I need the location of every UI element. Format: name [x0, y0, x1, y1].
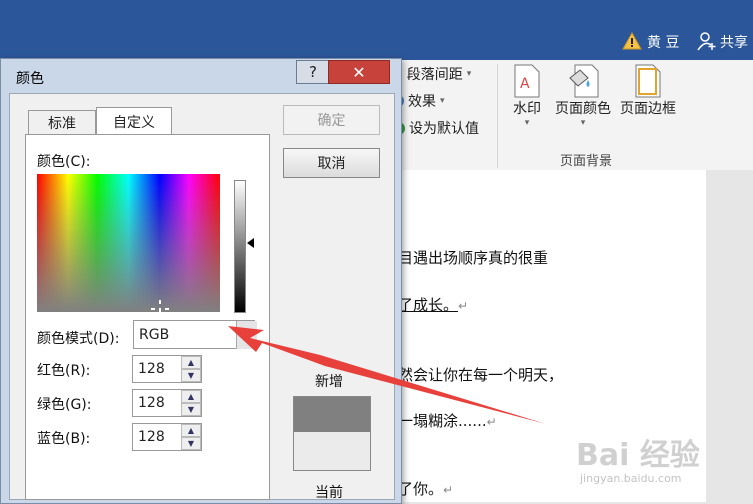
blue-label: 蓝色(B):: [37, 431, 91, 447]
watermark-button[interactable]: A 水印 ▾: [508, 64, 546, 128]
ok-button[interactable]: 确定: [283, 105, 380, 135]
red-value: 128: [138, 361, 165, 377]
spin-up-icon[interactable]: ▲: [181, 424, 201, 437]
chevron-down-icon[interactable]: [236, 321, 257, 349]
baidu-watermark: Bai 经验: [576, 438, 700, 473]
doc-line: 目遇出场顺序真的很重: [398, 249, 549, 267]
current-color-label: 当前: [315, 485, 343, 501]
dialog-title: 颜色: [16, 71, 44, 87]
ribbon-separator: [497, 64, 498, 168]
page-borders-label: 页面边框: [620, 101, 676, 117]
paragraph-spacing-button[interactable]: ☰ 段落间距 ▾: [392, 64, 471, 84]
share-person-icon[interactable]: [697, 31, 717, 51]
svg-text:A: A: [520, 76, 530, 92]
spin-down-icon[interactable]: ▼: [181, 403, 201, 416]
luminance-slider[interactable]: [234, 180, 246, 313]
chevron-down-icon: ▾: [580, 118, 586, 128]
green-label: 绿色(G):: [37, 397, 92, 413]
warning-icon: [622, 32, 642, 50]
color-model-label: 颜色模式(D):: [37, 331, 120, 347]
set-default-button[interactable]: ✓ 设为默认值: [392, 118, 479, 138]
close-button[interactable]: ✕: [328, 60, 390, 84]
spin-down-icon[interactable]: ▼: [181, 437, 201, 450]
tab-custom[interactable]: 自定义: [96, 107, 172, 135]
doc-line: 了成长。↵: [398, 294, 468, 315]
color-spectrum[interactable]: [37, 174, 220, 312]
help-button[interactable]: ?: [296, 60, 330, 84]
spin-up-icon[interactable]: ▲: [181, 390, 201, 403]
doc-line-text: 一塌糊涂......: [398, 412, 487, 430]
paragraph-mark: ↵: [486, 415, 497, 429]
watermark-label: 水印: [513, 101, 541, 117]
current-color-swatch: [293, 432, 371, 471]
page-color-label: 页面颜色: [555, 101, 611, 117]
page-borders-button[interactable]: 页面边框: [617, 64, 679, 118]
doc-line: 然会让你在每一个明天，: [398, 366, 564, 384]
set-default-label: 设为默认值: [409, 121, 479, 137]
effects-label: 效果: [408, 94, 436, 110]
red-label: 红色(R):: [37, 363, 91, 379]
colors-label: 颜色(C):: [37, 154, 91, 170]
tab-standard[interactable]: 标准: [28, 110, 96, 135]
spin-up-icon[interactable]: ▲: [181, 356, 201, 369]
spin-down-icon[interactable]: ▼: [181, 369, 201, 382]
red-spinner[interactable]: ▲ ▼: [181, 356, 201, 382]
cancel-button[interactable]: 取消: [283, 148, 380, 178]
user-name[interactable]: 黄 豆: [647, 32, 679, 52]
green-spinner[interactable]: ▲ ▼: [181, 390, 201, 416]
page-color-button[interactable]: 页面颜色 ▾: [552, 64, 614, 128]
paragraph-mark: ↵: [458, 299, 469, 313]
new-color-swatch: [293, 396, 371, 433]
watermark-icon: A: [514, 64, 540, 98]
chevron-down-icon: ▾: [524, 118, 530, 128]
crosshair-icon[interactable]: [151, 300, 169, 312]
page-background-group-label: 页面背景: [560, 154, 613, 169]
paragraph-mark: ↵: [443, 483, 454, 497]
page-borders-icon: [635, 64, 661, 98]
paragraph-spacing-label: 段落间距: [406, 67, 463, 83]
doc-line-text: 了你。: [398, 480, 444, 498]
new-color-label: 新增: [315, 374, 343, 390]
green-value: 128: [138, 395, 165, 411]
doc-line: 一塌糊涂......↵: [398, 410, 497, 431]
word-titlebar: [0, 0, 753, 60]
luminance-pointer-icon[interactable]: [247, 238, 254, 248]
share-button[interactable]: 共享: [720, 32, 748, 52]
chevron-down-icon: ▾: [466, 69, 472, 79]
baidu-watermark-url: jingyan.baidu.com: [580, 472, 682, 485]
chevron-down-icon: ▾: [440, 96, 445, 106]
doc-line-text: 了成长。: [398, 296, 459, 314]
paint-bucket-icon: [569, 64, 599, 98]
blue-spinner[interactable]: ▲ ▼: [181, 424, 201, 450]
doc-line: 了你。↵: [398, 478, 453, 499]
blue-value: 128: [138, 429, 165, 445]
